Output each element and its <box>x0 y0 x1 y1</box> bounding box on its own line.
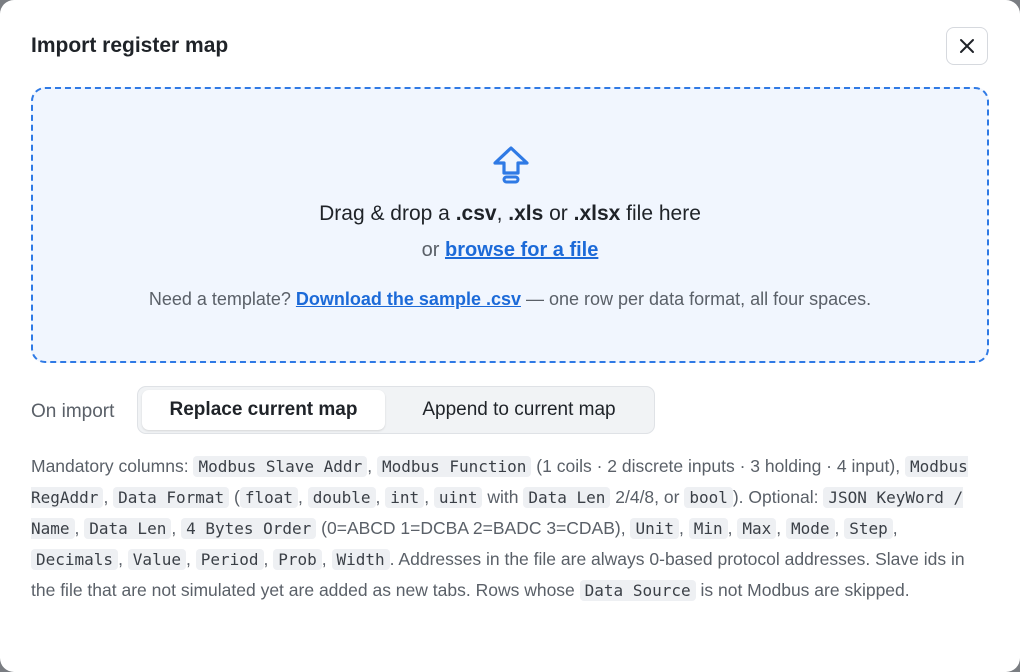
close-button[interactable] <box>946 27 988 65</box>
help-text: , <box>678 518 689 538</box>
or-label: or <box>421 239 445 261</box>
help-text: , <box>321 549 332 569</box>
close-icon <box>960 39 974 53</box>
help-text: , <box>298 487 308 507</box>
upload-arrow-icon <box>493 146 529 184</box>
help-text: ). Optional: <box>732 487 824 507</box>
dropzone-instructions: Drag & drop a .csv, .xls or .xlsx file h… <box>33 202 987 226</box>
column-code: Mode <box>786 518 835 539</box>
help-text: , <box>185 549 196 569</box>
help-text: , <box>892 518 898 538</box>
file-dropzone[interactable]: Drag & drop a .csv, .xls or .xlsx file h… <box>31 87 989 363</box>
column-code: Modbus Slave Addr <box>193 456 368 477</box>
column-code: int <box>385 487 425 508</box>
help-text: ( <box>229 487 240 507</box>
template-suffix: — one row per data format, all four spac… <box>520 289 872 309</box>
help-text: , <box>103 487 114 507</box>
column-code: Data Len <box>523 487 611 508</box>
help-text: , <box>74 518 85 538</box>
help-text: (1 coils · 2 discrete inputs · 3 holding… <box>531 456 905 476</box>
help-text: , <box>834 518 845 538</box>
column-help-text: Mandatory columns: Modbus Slave Addr, Mo… <box>31 451 991 606</box>
column-code: 4 Bytes Order <box>181 518 317 539</box>
column-code: Unit <box>630 518 679 539</box>
column-code: double <box>307 487 376 508</box>
help-text: , <box>118 549 128 569</box>
ext-xlsx: .xlsx <box>573 202 621 225</box>
help-text: , <box>263 549 274 569</box>
import-dialog: Import register map Drag & drop a .csv, … <box>0 0 1020 672</box>
column-code: Data Len <box>84 518 172 539</box>
column-code: Width <box>331 549 390 570</box>
drag-suffix: file here <box>620 202 701 225</box>
ext-xls: .xls <box>508 202 544 225</box>
column-code: Decimals <box>31 549 119 570</box>
column-code: Period <box>195 549 264 570</box>
ext-or: or <box>543 202 574 225</box>
help-text: 2/4/8, or <box>610 487 685 507</box>
browse-line: or browse for a file <box>33 239 987 262</box>
help-text: with <box>482 487 524 507</box>
append-map-option[interactable]: Append to current map <box>388 390 650 430</box>
column-code: Data Format <box>113 487 230 508</box>
column-code: float <box>239 487 299 508</box>
template-line: Need a template? Download the sample .cs… <box>33 289 987 310</box>
ext-csv: .csv <box>455 202 497 225</box>
help-text: , <box>424 487 434 507</box>
import-mode-toggle: Replace current map Append to current ma… <box>137 386 655 434</box>
column-code: Data Source <box>579 580 696 601</box>
help-text: , <box>727 518 738 538</box>
column-code: Min <box>688 518 728 539</box>
help-text: (0=ABCD 1=DCBA 2=BADC 3=CDAB), <box>316 518 631 538</box>
column-code: bool <box>684 487 733 508</box>
template-prefix: Need a template? <box>148 289 296 309</box>
column-code: Value <box>127 549 186 570</box>
browse-link[interactable]: browse for a file <box>445 239 598 261</box>
on-import-label: On import <box>31 401 115 422</box>
help-text: , <box>776 518 786 538</box>
column-code: Max <box>737 518 777 539</box>
dialog-title: Import register map <box>31 34 229 57</box>
ext-comma: , <box>496 202 509 225</box>
help-text: , <box>375 487 386 507</box>
column-code: uint <box>433 487 483 508</box>
replace-map-option[interactable]: Replace current map <box>142 390 385 430</box>
column-code: Step <box>844 518 893 539</box>
help-text: , <box>171 518 182 538</box>
help-text: , <box>367 456 377 476</box>
help-text: is not Modbus are skipped. <box>695 580 910 600</box>
drag-prefix: Drag & drop a <box>319 202 456 225</box>
download-sample-link[interactable]: Download the sample .csv <box>296 289 521 309</box>
column-code: Prob <box>273 549 322 570</box>
help-text: Mandatory columns: <box>31 456 194 476</box>
column-code: Modbus Function <box>376 456 532 477</box>
